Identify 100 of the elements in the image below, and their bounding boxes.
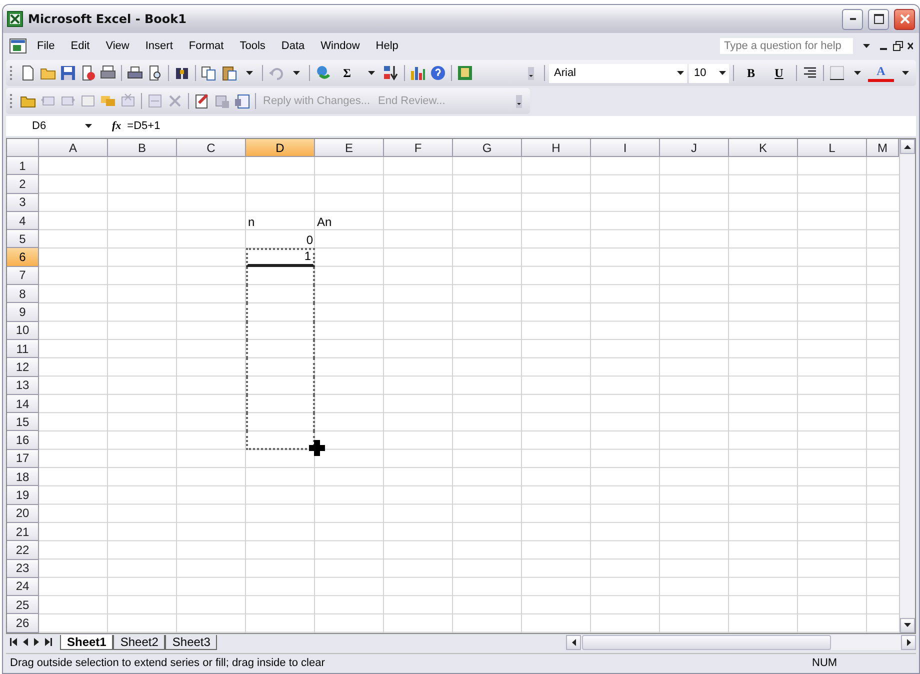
- active-cell[interactable]: 1: [246, 248, 315, 267]
- menu-item[interactable]: Tools: [234, 39, 272, 53]
- column-header[interactable]: H: [522, 139, 591, 157]
- row-header[interactable]: 26: [7, 614, 39, 633]
- borders-icon[interactable]: [829, 65, 845, 81]
- dropdown-arrow-icon[interactable]: [368, 71, 374, 75]
- scroll-right-button[interactable]: [901, 634, 916, 650]
- row-header[interactable]: 14: [7, 394, 39, 414]
- sort-ascending-icon[interactable]: [383, 65, 399, 81]
- dropdown-arrow-icon[interactable]: [854, 71, 860, 75]
- row-header[interactable]: 25: [7, 596, 39, 614]
- toolbar-options-icon[interactable]: [515, 93, 523, 109]
- menu-item[interactable]: View: [100, 39, 136, 53]
- dropdown-arrow-icon[interactable]: [292, 71, 300, 75]
- dropdown-arrow-icon[interactable]: [246, 71, 252, 75]
- printer-icon[interactable]: [100, 65, 116, 81]
- sheet-tab[interactable]: Sheet2: [113, 634, 166, 650]
- scroll-down-button[interactable]: [900, 618, 915, 633]
- row-header[interactable]: 3: [7, 194, 39, 212]
- row-header[interactable]: 11: [7, 340, 39, 358]
- insert-function-button[interactable]: fx: [98, 120, 128, 132]
- row-header[interactable]: 23: [7, 560, 39, 578]
- attachment-icon[interactable]: [234, 93, 250, 109]
- drawing-tool-icon[interactable]: [457, 65, 473, 81]
- edit-document-icon[interactable]: [194, 93, 210, 109]
- column-header[interactable]: L: [798, 139, 867, 157]
- font-name-dropdown[interactable]: Arial: [549, 64, 687, 82]
- column-header[interactable]: K: [729, 139, 798, 157]
- print-preview-icon[interactable]: [147, 65, 163, 81]
- row-header[interactable]: 4: [7, 212, 39, 230]
- row-header[interactable]: 5: [7, 230, 39, 248]
- binoculars-icon[interactable]: [174, 65, 190, 81]
- column-header[interactable]: G: [453, 139, 522, 157]
- menu-item[interactable]: Insert: [139, 39, 179, 53]
- sheet-tab[interactable]: Sheet1: [60, 634, 114, 650]
- row-header[interactable]: 18: [7, 468, 39, 486]
- restore-icon[interactable]: [893, 41, 903, 51]
- row-header[interactable]: 6: [7, 248, 39, 267]
- row-header[interactable]: 24: [7, 578, 39, 596]
- row-header[interactable]: 15: [7, 413, 39, 432]
- column-header[interactable]: D: [246, 139, 315, 157]
- toolbar-options-icon[interactable]: [527, 65, 535, 81]
- track-change-icon[interactable]: [147, 93, 163, 109]
- comments-toggle-icon[interactable]: [100, 93, 116, 109]
- row-header[interactable]: 16: [7, 431, 39, 450]
- previous-sheet-icon[interactable]: [23, 638, 28, 646]
- dropdown-arrow-icon[interactable]: [85, 124, 92, 128]
- help-search-field[interactable]: Type a question for help: [720, 38, 853, 54]
- row-header[interactable]: 21: [7, 522, 39, 542]
- last-sheet-icon[interactable]: [45, 638, 52, 646]
- minimize-button[interactable]: [842, 8, 863, 30]
- menu-item[interactable]: Help: [370, 39, 404, 53]
- row-header[interactable]: 22: [7, 541, 39, 560]
- menu-item[interactable]: Data: [275, 39, 311, 53]
- horizontal-scrollbar[interactable]: [566, 634, 916, 650]
- column-header[interactable]: I: [591, 139, 660, 157]
- column-header[interactable]: C: [177, 139, 246, 157]
- row-header[interactable]: 17: [7, 450, 39, 468]
- row-header[interactable]: 9: [7, 303, 39, 322]
- name-box[interactable]: D6: [6, 118, 98, 134]
- column-header[interactable]: J: [660, 139, 729, 157]
- dropdown-arrow-icon[interactable]: [719, 71, 726, 75]
- dropdown-arrow-icon[interactable]: [677, 71, 684, 75]
- dropdown-arrow-icon[interactable]: [862, 44, 870, 48]
- paste-clipboard-icon[interactable]: [221, 65, 237, 81]
- row-header[interactable]: 12: [7, 358, 39, 377]
- column-header[interactable]: B: [108, 139, 177, 157]
- first-sheet-icon[interactable]: [10, 638, 17, 646]
- column-header[interactable]: A: [39, 139, 108, 157]
- column-header[interactable]: F: [384, 139, 453, 157]
- row-header[interactable]: 1: [7, 157, 39, 176]
- menu-item[interactable]: Window: [314, 39, 366, 53]
- bold-button[interactable]: B: [738, 63, 764, 83]
- row-header[interactable]: 7: [7, 266, 39, 286]
- next-sheet-icon[interactable]: [34, 638, 39, 646]
- row-header[interactable]: 10: [7, 322, 39, 340]
- row-header[interactable]: 19: [7, 486, 39, 505]
- menu-item[interactable]: File: [31, 39, 61, 53]
- close-icon[interactable]: [907, 41, 913, 51]
- underline-button[interactable]: U: [766, 63, 792, 83]
- printer-icon[interactable]: [127, 65, 143, 81]
- row-header[interactable]: 20: [7, 504, 39, 523]
- row-header[interactable]: 2: [7, 175, 39, 194]
- row-header[interactable]: 8: [7, 285, 39, 304]
- font-size-dropdown[interactable]: 10: [689, 64, 729, 82]
- row-header[interactable]: 13: [7, 376, 39, 395]
- new-document-icon[interactable]: [20, 65, 36, 81]
- maximize-button[interactable]: [868, 8, 889, 30]
- sheet-tab[interactable]: Sheet3: [165, 634, 218, 650]
- scroll-thumb[interactable]: [582, 634, 831, 650]
- column-header[interactable]: E: [315, 139, 384, 157]
- help-circle-icon[interactable]: [430, 65, 446, 81]
- workbook-icon[interactable]: [9, 38, 27, 54]
- vertical-scrollbar[interactable]: [899, 139, 915, 633]
- column-header[interactable]: M: [867, 139, 899, 157]
- autosum-button[interactable]: Σ: [334, 63, 360, 83]
- document-permission-icon[interactable]: [80, 65, 96, 81]
- bar-chart-icon[interactable]: [410, 65, 426, 81]
- scroll-left-button[interactable]: [566, 634, 581, 650]
- menu-item[interactable]: Edit: [64, 39, 96, 53]
